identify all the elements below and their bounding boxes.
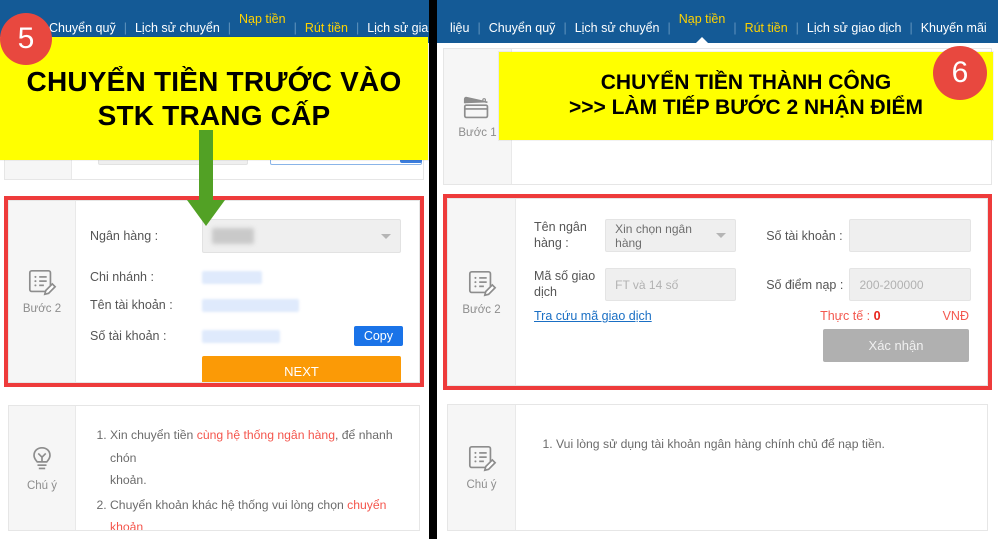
list-pencil-icon (467, 269, 497, 299)
right-row-bank: Tên ngân hàng : Xin chọn ngân hàng Số tà… (534, 219, 971, 252)
note-1-part-1: Xin chuyển tiền (110, 428, 197, 442)
left-field-accname-value-redacted (202, 298, 299, 312)
nav-item-rut-tien[interactable]: Rút tiền (738, 21, 795, 35)
left-field-branch-row: Chi nhánh : (90, 270, 405, 284)
nav-item-lieu[interactable]: liệu (443, 21, 476, 35)
note-1-part-2: cùng hệ thống ngân hàng (196, 428, 335, 442)
left-field-accnum-label: Số tài khoản : (90, 329, 167, 343)
nav-item-chuyen-quy[interactable]: Chuyển quỹ (482, 21, 563, 35)
right-row-txcode: Mã số giao dịch FT và 14 số Số điểm nạp … (534, 268, 971, 301)
right-panel: liệu | Chuyển quỹ | Lịch sử chuyển | Nạp… (437, 0, 998, 539)
right-step1-label: Bước 1 (458, 127, 497, 139)
note-1-line2: khoản. (110, 473, 147, 488)
bank-name-select[interactable]: Xin chọn ngân hàng (605, 219, 737, 252)
right-step2-card: Bước 2 Tên ngân hàng : Xin chọn ngân hàn… (447, 198, 988, 386)
nav-item-nap-tien[interactable]: Nạp tiền (672, 12, 733, 43)
left-banner-line2: STK TRANG CẤP (97, 99, 331, 131)
nav-item-rut-tien[interactable]: Rút tiền (298, 21, 355, 35)
copy-button[interactable]: Copy (353, 326, 403, 346)
credit-card-icon (461, 94, 495, 122)
currency-label: VNĐ (942, 309, 969, 323)
right-step2-body: Tên ngân hàng : Xin chọn ngân hàng Số tà… (516, 199, 987, 385)
right-step2-label: Bước 2 (462, 303, 501, 316)
left-notes-card: Chú ý Xin chuyển tiền cùng hệ thống ngân… (8, 405, 420, 531)
left-field-branch-label: Chi nhánh : (90, 270, 154, 284)
transaction-code-placeholder: FT và 14 số (615, 277, 679, 292)
bank-name-select-value: Xin chọn ngân hàng (615, 221, 692, 250)
confirm-button[interactable]: Xác nhận (823, 329, 969, 362)
transaction-code-label: Mã số giao dịch (534, 268, 596, 299)
left-next-row: NEXT (90, 356, 405, 382)
actual-amount-value: 0 (873, 309, 881, 323)
right-navbar: liệu | Chuyển quỹ | Lịch sử chuyển | Nạp… (437, 0, 998, 43)
next-button[interactable]: NEXT (202, 356, 401, 382)
nav-item-chuyen-quy[interactable]: Chuyển quỹ (42, 21, 123, 35)
left-field-bank-label: Ngân hàng : (90, 229, 159, 243)
list-item: Chuyển khoản khác hệ thống vui lòng chọn… (110, 494, 409, 530)
left-field-branch-value-redacted (202, 270, 262, 284)
nav-item-lich-su-chuyen[interactable]: Lịch sử chuyển (568, 21, 667, 35)
lookup-transaction-link[interactable]: Tra cứu mã giao dịch (534, 309, 652, 323)
lightbulb-icon (28, 445, 56, 475)
nav-active-caret-icon (691, 37, 714, 43)
right-notes-body: Vui lòng sử dụng tài khoản ngân hàng chí… (516, 405, 987, 530)
left-field-accname-label: Tên tài khoản : (90, 298, 173, 312)
nav-item-khuyen-mai[interactable]: Khuyến mãi (914, 21, 994, 35)
transaction-code-input[interactable]: FT và 14 số (605, 268, 737, 301)
right-banner-line2: >>> LÀM TIẾP BƯỚC 2 NHẬN ĐIỂM (568, 96, 924, 119)
points-placeholder: 200-200000 (859, 277, 924, 292)
note-2-part-1: Chuyển khoản khác hệ thống vui lòng chọn (110, 497, 348, 512)
list-pencil-icon (27, 268, 57, 298)
left-banner-line1: CHUYỂN TIỀN TRƯỚC VÀO (26, 66, 402, 98)
step-badge-5: 5 (0, 13, 52, 65)
points-input[interactable]: 200-200000 (849, 268, 971, 301)
nav-item-lich-su-chuyen[interactable]: Lịch sử chuyển (128, 21, 227, 35)
right-notes-list: Vui lòng sử dụng tài khoản ngân hàng chí… (536, 433, 973, 456)
panel-divider (429, 0, 437, 539)
left-step2-label: Bước 2 (22, 303, 62, 315)
list-item: Xin chuyển tiền cùng hệ thống ngân hàng,… (110, 424, 409, 492)
right-notes-side: Chú ý (448, 405, 516, 530)
points-label: Số điểm nạp : (766, 277, 844, 292)
bank-name-label: Tên ngân hàng : (534, 219, 587, 250)
step-badge-6: 6 (933, 46, 987, 100)
account-number-label: Số tài khoản : (766, 228, 843, 243)
list-item: Vui lòng sử dụng tài khoản ngân hàng chí… (556, 433, 973, 456)
left-step2-body: Ngân hàng : Chi nhánh : Tên tài khoản : … (76, 201, 419, 382)
left-field-bank-row: Ngân hàng : (90, 219, 405, 253)
actual-amount-label: Thực tế : (820, 309, 871, 323)
left-step2-card: Bước 2 Ngân hàng : Chi nhánh : Tên tài k… (8, 200, 420, 383)
left-notes-label: Chú ý (26, 479, 58, 492)
right-notes-label: Chú ý (466, 479, 497, 491)
left-step2-side: Bước 2 (9, 201, 76, 382)
left-notes-list: Xin chuyển tiền cùng hệ thống ngân hàng,… (90, 424, 409, 530)
nav-item-nap-tien-label: Nạp tiền (678, 12, 726, 26)
nav-item-lich-su-giao-dich[interactable]: Lịch sử gia (360, 21, 429, 35)
right-step2-side: Bước 2 (448, 199, 516, 385)
left-field-accnum-value-redacted (202, 329, 280, 343)
right-banner: CHUYỂN TIỀN THÀNH CÔNG >>> LÀM TIẾP BƯỚC… (499, 52, 993, 140)
left-field-accnum-row: Số tài khoản : Copy (90, 326, 405, 346)
bank-select[interactable] (202, 219, 401, 253)
chevron-down-icon (381, 233, 391, 239)
nav-item-nap-tien[interactable]: Nạp tiền (232, 12, 293, 43)
right-row-lookup: Tra cứu mã giao dịch Thực tế : 0 VNĐ (534, 309, 971, 323)
nav-item-nap-tien-label: Nạp tiền (239, 12, 286, 26)
right-row-confirm: Xác nhận (534, 329, 971, 362)
right-notes-card: Chú ý Vui lòng sử dụng tài khoản ngân hà… (447, 404, 988, 531)
account-number-input[interactable] (849, 219, 971, 252)
nav-item-lich-su-giao-dich[interactable]: Lịch sử giao dịch (800, 21, 909, 35)
left-field-accname-row: Tên tài khoản : (90, 298, 405, 312)
left-green-arrow-icon (186, 130, 226, 226)
left-panel: Chuyển quỹ | Lịch sử chuyển | Nạp tiền |… (0, 0, 429, 539)
actual-amount: Thực tế : 0 (820, 309, 881, 323)
list-pencil-icon (467, 444, 497, 474)
right-banner-line1: CHUYỂN TIỀN THÀNH CÔNG (600, 71, 892, 95)
left-notes-body: Xin chuyển tiền cùng hệ thống ngân hàng,… (76, 406, 419, 530)
bank-select-value-redacted (212, 228, 254, 244)
chevron-down-icon (716, 233, 727, 238)
left-notes-side: Chú ý (9, 406, 76, 530)
screenshot-root: Chuyển quỹ | Lịch sử chuyển | Nạp tiền |… (0, 0, 998, 539)
